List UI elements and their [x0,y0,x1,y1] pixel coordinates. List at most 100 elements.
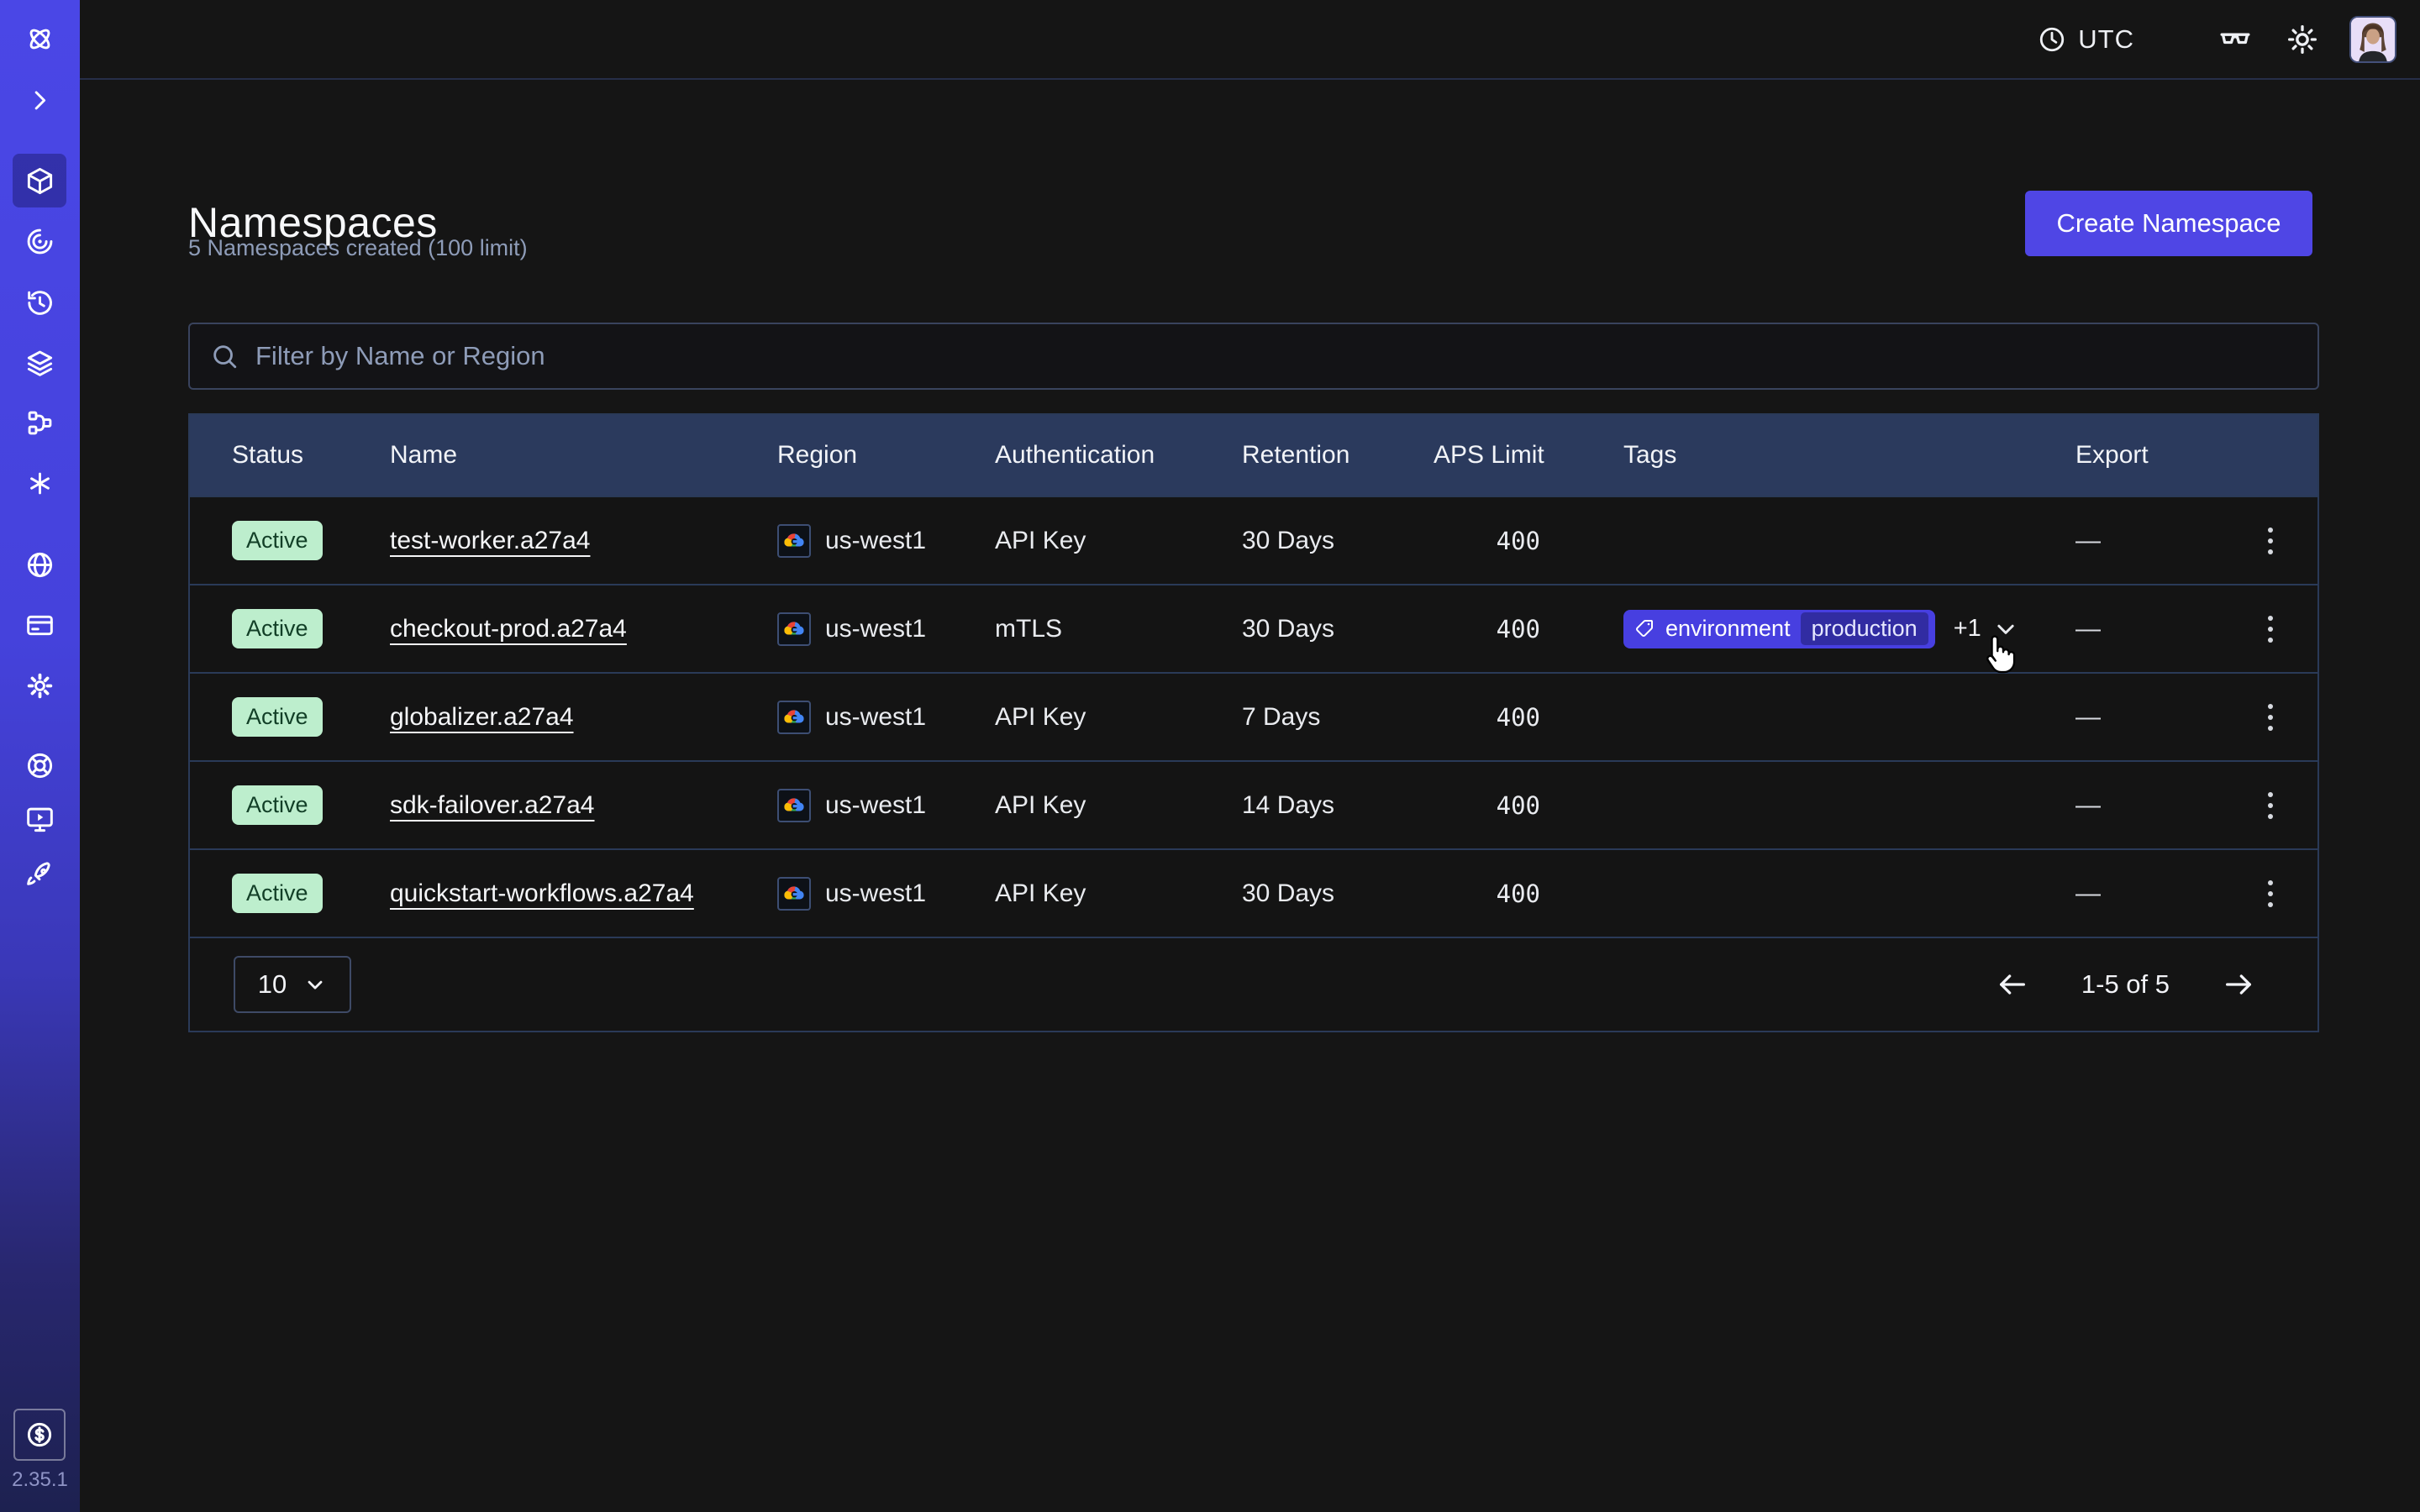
temporal-logo-icon [25,24,55,54]
sidebar-item-tutorials[interactable] [13,792,66,846]
col-authentication: Authentication [995,441,1242,470]
next-page-button[interactable] [2218,964,2259,1005]
region-label: us-west1 [825,879,926,908]
gcp-region-icon [777,789,811,822]
user-avatar[interactable] [2349,16,2396,63]
usage-button[interactable] [13,1409,66,1461]
glasses-icon [2218,23,2252,56]
row-menu-button[interactable] [2260,607,2281,651]
sun-icon [2286,23,2319,56]
col-aps-limit: APS Limit [1434,441,1623,470]
page-size-select[interactable]: 10 [234,956,351,1013]
sidebar-item-support[interactable] [13,738,66,792]
tag-key: environment [1665,616,1791,642]
namespace-link[interactable]: test-worker.a27a4 [390,527,590,555]
sidebar-item-deployments[interactable] [13,336,66,390]
tag-more-count[interactable]: +1 [1954,615,1981,643]
app-version: 2.35.1 [0,1468,80,1492]
timezone-selector[interactable]: UTC [2033,24,2139,55]
chevron-down-icon [1993,617,2018,642]
region-label: us-west1 [825,791,926,820]
table-row: Active sdk-failover.a27a4 us-west1 API K… [190,760,2317,848]
col-tags: Tags [1623,441,2075,470]
export-value: — [2075,791,2223,820]
row-menu-button[interactable] [2260,872,2281,916]
table-row: Active test-worker.a27a4 us-west1 API Ke… [190,496,2317,584]
tag-pill[interactable]: environment production [1623,610,1935,648]
export-value: — [2075,615,2223,643]
tag-icon [1635,619,1655,639]
row-menu-button[interactable] [2260,519,2281,563]
region-label: us-west1 [825,615,926,643]
main-content: Namespaces 5 Namespaces created (100 lim… [80,81,2420,1512]
auth-value: API Key [995,879,1242,908]
status-badge: Active [232,609,323,648]
sidebar-item-workflows[interactable] [13,214,66,268]
status-badge: Active [232,697,323,737]
globe-icon [25,550,55,580]
row-menu-button[interactable] [2260,784,2281,827]
sidebar-item-settings[interactable] [13,659,66,712]
gcp-region-icon [777,524,811,558]
aps-value: 400 [1434,703,1540,732]
sidebar-item-cloud-services[interactable] [13,538,66,591]
rocket-icon [25,860,55,890]
sidebar-item-namespaces[interactable] [13,154,66,207]
row-menu-button[interactable] [2260,696,2281,739]
table-row: Active checkout-prod.a27a4 us-west1 mTLS… [190,584,2317,672]
sidebar-item-schedules[interactable] [13,276,66,329]
aps-value: 400 [1434,791,1540,820]
table-row: Active globalizer.a27a4 us-west1 API Key… [190,672,2317,760]
create-namespace-button[interactable]: Create Namespace [2025,191,2312,256]
topbar: UTC [80,0,2420,80]
sidebar-item-nexus[interactable] [13,456,66,510]
history-clock-icon [25,288,55,318]
filter-input[interactable] [254,340,2297,372]
retention-value: 30 Days [1242,615,1434,643]
namespace-link[interactable]: checkout-prod.a27a4 [390,615,627,643]
col-name: Name [390,441,777,470]
sidebar-expand-button[interactable] [13,73,66,127]
layers-icon [25,349,55,378]
page-subtitle: 5 Namespaces created (100 limit) [188,235,528,261]
search-icon [210,342,239,370]
arrow-left-icon [1996,968,2029,1001]
col-status: Status [190,441,390,470]
page-size-value: 10 [258,969,287,1000]
temporal-logo[interactable] [13,12,66,66]
sidebar-item-getting-started[interactable] [13,848,66,901]
tags-expand-button[interactable] [1990,613,2022,645]
namespaces-table: Status Name Region Authentication Retent… [188,413,2319,1032]
namespace-link[interactable]: sdk-failover.a27a4 [390,791,595,820]
region-label: us-west1 [825,703,926,732]
workflow-branch-icon [25,408,55,438]
table-header-row: Status Name Region Authentication Retent… [190,415,2317,496]
namespace-link[interactable]: globalizer.a27a4 [390,703,574,732]
region-label: us-west1 [825,527,926,555]
spiral-icon [25,227,55,256]
export-value: — [2075,703,2223,732]
tags-cell: environment production +1 [1623,610,2075,648]
namespace-link[interactable]: quickstart-workflows.a27a4 [390,879,694,908]
asterisk-icon [25,469,55,498]
tag-value: production [1801,612,1928,645]
credit-card-icon [25,611,55,640]
theme-brightness-button[interactable] [2286,23,2319,56]
auth-value: API Key [995,527,1242,555]
gcp-region-icon [777,877,811,911]
chevron-right-icon [25,86,55,115]
prev-page-button[interactable] [1992,964,2033,1005]
monitor-play-icon [25,805,55,834]
appearance-glasses-button[interactable] [2218,23,2252,56]
aps-value: 400 [1434,615,1540,643]
gcp-region-icon [777,612,811,646]
lifebuoy-icon [25,751,55,780]
aps-value: 400 [1434,527,1540,555]
sidebar-item-batch-operations[interactable] [13,396,66,449]
timezone-label: UTC [2078,24,2134,55]
aps-value: 400 [1434,879,1540,908]
arrow-right-icon [2222,968,2255,1001]
auth-value: API Key [995,703,1242,732]
auth-value: mTLS [995,615,1242,643]
sidebar-item-billing[interactable] [13,598,66,652]
